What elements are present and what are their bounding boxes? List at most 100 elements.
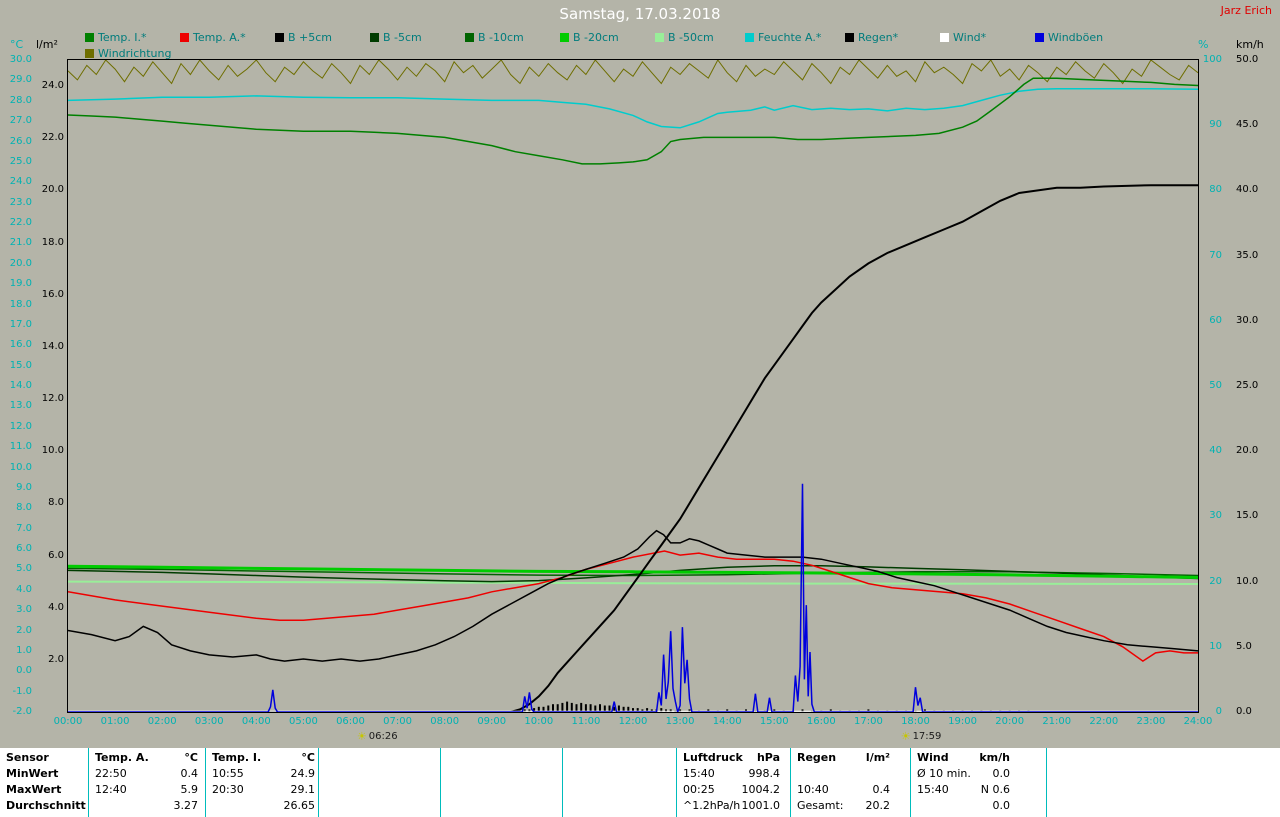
table-divider [318, 748, 319, 817]
table-row-label: Sensor [6, 751, 86, 765]
wind-axis-label: 35.0 [1236, 250, 1270, 262]
temp-axis-label: 15.0 [2, 360, 32, 372]
table-value-cell: 0.4 [797, 783, 890, 797]
temp-axis-label: 5.0 [2, 563, 32, 575]
table-value-cell: 0.0 [917, 799, 1010, 813]
legend-swatch [370, 33, 379, 42]
rain-bar [566, 702, 568, 712]
rain-axis-label: 6.0 [34, 550, 64, 562]
wind-axis-label: 30.0 [1236, 315, 1270, 327]
legend-label: Windböen [1048, 31, 1103, 44]
table-divider [910, 748, 911, 817]
temp-axis-label: 2.0 [2, 625, 32, 637]
legend-swatch [85, 49, 94, 58]
time-axis-label: 14:00 [707, 716, 747, 728]
legend-swatch [845, 33, 854, 42]
sunset-marker-time: 17:59 [913, 731, 942, 742]
temp-axis-label: 24.0 [2, 176, 32, 188]
table-group-unit: l/m² [797, 751, 890, 765]
legend-item-feuchte-a-: Feuchte A.* [745, 31, 821, 44]
time-axis-label: 23:00 [1131, 716, 1171, 728]
temp-axis-label: 20.0 [2, 258, 32, 270]
legend-item-b-5cm: B -5cm [370, 31, 422, 44]
table-divider [440, 748, 441, 817]
humidity-axis-label: 30 [1200, 510, 1222, 522]
time-axis-label: 22:00 [1084, 716, 1124, 728]
page-title: Samstag, 17.03.2018 [0, 5, 1280, 23]
temp-axis-label: 26.0 [2, 136, 32, 148]
series-regen-summe [68, 185, 1198, 712]
series-b-5cm [68, 531, 1198, 661]
rain-axis-label: 14.0 [34, 341, 64, 353]
temp-axis-label: 1.0 [2, 645, 32, 657]
legend-item-b-5cm: B +5cm [275, 31, 332, 44]
temp-axis-label: -1.0 [2, 686, 32, 698]
rain-axis-label: 24.0 [34, 80, 64, 92]
temp-axis-label: 12.0 [2, 421, 32, 433]
wind-axis-label: 5.0 [1236, 641, 1270, 653]
wind-axis-label: 0.0 [1236, 706, 1270, 718]
table-divider [562, 748, 563, 817]
table-divider [205, 748, 206, 817]
humidity-axis-label: 50 [1200, 380, 1222, 392]
series-temp-i- [68, 78, 1198, 164]
temp-axis-label: 14.0 [2, 380, 32, 392]
weather-day-chart: Samstag, 17.03.2018 Jarz Erich °C l/m² %… [0, 0, 1280, 817]
temp-axis-label: 23.0 [2, 197, 32, 209]
legend-swatch [745, 33, 754, 42]
time-axis-label: 02:00 [142, 716, 182, 728]
legend-swatch [560, 33, 569, 42]
temp-axis-label: 16.0 [2, 339, 32, 351]
temp-axis-label: -2.0 [2, 706, 32, 718]
humidity-axis-label: 80 [1200, 184, 1222, 196]
table-group-unit: °C [95, 751, 198, 765]
legend-item-b-10cm: B -10cm [465, 31, 524, 44]
table-value-cell: 24.9 [212, 767, 315, 781]
time-axis-label: 16:00 [801, 716, 841, 728]
legend-label: B +5cm [288, 31, 332, 44]
time-axis-label: 07:00 [378, 716, 418, 728]
table-value-cell: 26.65 [212, 799, 315, 813]
temp-axis-label: 7.0 [2, 523, 32, 535]
table-group-unit: °C [212, 751, 315, 765]
time-axis-label: 19:00 [943, 716, 983, 728]
legend-label: B -20cm [573, 31, 619, 44]
rain-axis-label: 18.0 [34, 237, 64, 249]
temp-axis-label: 17.0 [2, 319, 32, 331]
temp-axis-label: 8.0 [2, 502, 32, 514]
rain-bar [561, 703, 563, 712]
table-value-cell: 3.27 [95, 799, 198, 813]
humidity-axis-label: 20 [1200, 576, 1222, 588]
series-windrichtung [68, 60, 1198, 84]
time-axis-label: 24:00 [1178, 716, 1218, 728]
legend-swatch [85, 33, 94, 42]
legend-item-b-50cm: B -50cm [655, 31, 714, 44]
rain-bar [580, 703, 582, 712]
time-axis-label: 04:00 [236, 716, 276, 728]
legend-item-windb-en: Windböen [1035, 31, 1103, 44]
humidity-axis-label: 10 [1200, 641, 1222, 653]
rain-axis-label: 8.0 [34, 497, 64, 509]
table-value-cell: 998.4 [683, 767, 780, 781]
wind-axis-label: 50.0 [1236, 54, 1270, 66]
left-axis-unit-c: °C [10, 38, 23, 51]
wind-axis-label: 20.0 [1236, 445, 1270, 457]
table-value-cell: N 0.6 [917, 783, 1010, 797]
temp-axis-label: 9.0 [2, 482, 32, 494]
temp-axis-label: 19.0 [2, 278, 32, 290]
table-value-cell: 0.0 [917, 767, 1010, 781]
temp-axis-label: 30.0 [2, 54, 32, 66]
time-axis-label: 18:00 [895, 716, 935, 728]
rain-axis-label: 4.0 [34, 602, 64, 614]
wind-axis-label: 10.0 [1236, 576, 1270, 588]
legend-swatch [180, 33, 189, 42]
temp-axis-label: 11.0 [2, 441, 32, 453]
legend-swatch [1035, 33, 1044, 42]
legend-label: B -50cm [668, 31, 714, 44]
rain-axis-label: 20.0 [34, 184, 64, 196]
legend-label: Regen* [858, 31, 898, 44]
sunrise-marker: ☀06:26 [357, 730, 398, 743]
table-value-cell: 1001.0 [683, 799, 780, 813]
legend-swatch [655, 33, 664, 42]
table-divider [1046, 748, 1047, 817]
